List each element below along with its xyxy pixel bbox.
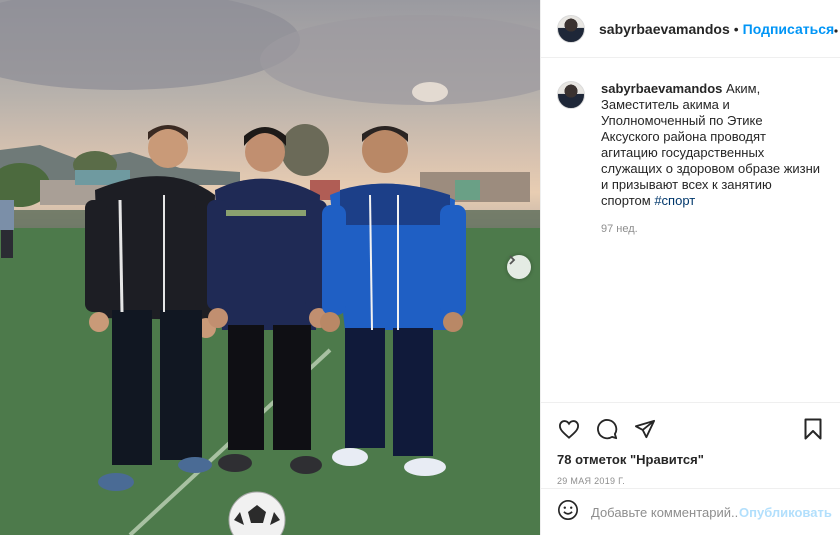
- post-comment-button[interactable]: Опубликовать: [739, 505, 832, 520]
- caption: sabyrbaevamandos Аким, Заместитель акима…: [557, 81, 825, 237]
- follow-button[interactable]: Подписаться: [743, 21, 835, 37]
- save-button[interactable]: [801, 418, 825, 445]
- bookmark-icon: [804, 418, 822, 445]
- post-photo[interactable]: [0, 0, 540, 535]
- username-link[interactable]: sabyrbaevamandos: [599, 21, 730, 37]
- post-side-panel: sabyrbaevamandos • Подписаться sabyrbaev…: [540, 0, 840, 535]
- comment-input[interactable]: [591, 504, 739, 520]
- caption-text: Аким, Заместитель акима и Уполномоченный…: [601, 81, 821, 208]
- caption-avatar[interactable]: [557, 81, 585, 109]
- caption-time: 97 нед.: [601, 223, 638, 235]
- comment-button[interactable]: [595, 418, 619, 445]
- paper-plane-icon: [634, 419, 656, 444]
- avatar[interactable]: [557, 14, 585, 43]
- comments-section: sabyrbaevamandos Аким, Заместитель акима…: [541, 59, 840, 402]
- post-actions: 78 отметок "Нравится" 29 мая 2019 г.: [541, 402, 840, 486]
- heart-icon: [558, 419, 580, 444]
- more-options-button[interactable]: [834, 17, 840, 41]
- share-button[interactable]: [633, 419, 657, 443]
- add-comment-form: Опубликовать: [541, 488, 840, 535]
- likes-count[interactable]: 78 отметок "Нравится": [557, 452, 825, 467]
- separator-dot: •: [733, 20, 739, 37]
- next-photo-button[interactable]: [507, 255, 531, 279]
- caption-username[interactable]: sabyrbaevamandos: [601, 81, 722, 96]
- photo-illustration: [0, 0, 540, 535]
- emoji-button[interactable]: [557, 499, 579, 526]
- post-date[interactable]: 29 мая 2019 г.: [557, 476, 825, 486]
- like-button[interactable]: [557, 419, 581, 443]
- smiley-icon: [557, 499, 579, 526]
- hashtag-link[interactable]: #спорт: [654, 193, 695, 208]
- comment-bubble-icon: [596, 418, 618, 445]
- caption-body: sabyrbaevamandos Аким, Заместитель акима…: [601, 81, 823, 237]
- ellipsis-icon: [834, 20, 840, 38]
- post-header: sabyrbaevamandos • Подписаться: [541, 0, 840, 58]
- action-icons: [557, 411, 825, 451]
